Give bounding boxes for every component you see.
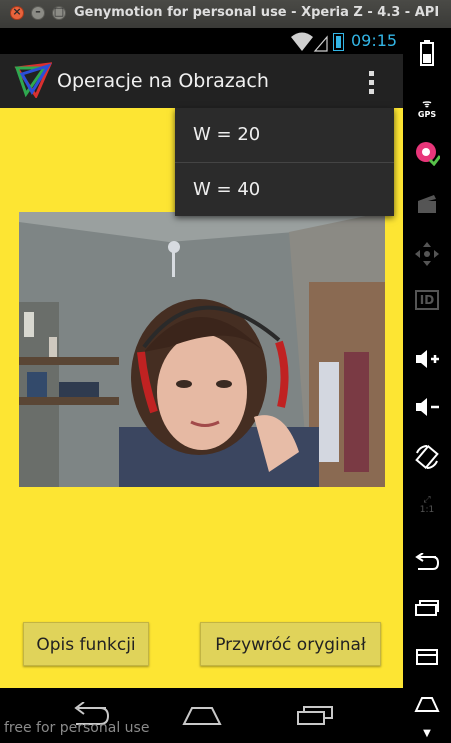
window-close-button[interactable]: × <box>10 5 24 20</box>
home-icon[interactable] <box>182 704 222 726</box>
close-icon: × <box>12 5 22 18</box>
sidebar-recent-apps-icon[interactable] <box>403 596 451 620</box>
restore-original-button[interactable]: Przywróć oryginał <box>200 622 381 666</box>
window-titlebar: × – □ Genymotion for personal use - Xper… <box>0 0 451 28</box>
function-description-button[interactable]: Opis funkcji <box>23 622 149 666</box>
device-id-icon: ID <box>403 286 451 314</box>
rotate-icon[interactable] <box>403 442 451 472</box>
emulator-sidebar: ᯤ GPS ID ⤢ 1:1 ▼ <box>403 28 451 743</box>
window-maximize-button[interactable]: □ <box>52 5 66 20</box>
window-title: Genymotion for personal use - Xperia Z -… <box>74 5 440 20</box>
watermark-text: free for personal use <box>4 720 150 736</box>
app-logo-icon <box>14 62 52 98</box>
webcam-photo <box>19 212 385 487</box>
app-title: Operacje na Obrazach <box>57 70 269 92</box>
recent-apps-icon[interactable] <box>296 704 334 726</box>
screencast-icon <box>403 190 451 218</box>
volume-down-icon[interactable] <box>403 394 451 420</box>
overflow-menu-icon[interactable] <box>362 68 382 98</box>
camera-widget-icon[interactable] <box>403 138 451 168</box>
maximize-icon: □ <box>53 5 65 18</box>
battery-icon <box>333 33 344 51</box>
window-minimize-button[interactable]: – <box>31 5 45 20</box>
dpad-icon <box>403 240 451 268</box>
device-id-label: ID <box>414 290 440 310</box>
battery-widget-icon[interactable] <box>403 38 451 68</box>
sidebar-scroll-down-icon[interactable]: ▼ <box>403 726 451 740</box>
sidebar-back-icon[interactable] <box>403 550 451 576</box>
pixel-perfect-icon: ⤢ 1:1 <box>419 495 435 515</box>
menu-item-w20[interactable]: W = 20 <box>175 108 394 162</box>
gps-widget-icon[interactable]: ᯤ GPS <box>403 94 451 120</box>
sidebar-menu-icon[interactable] <box>403 646 451 668</box>
gps-label: GPS <box>417 109 437 119</box>
scale-label: 1:1 <box>419 505 435 515</box>
minimize-icon: – <box>35 5 41 18</box>
volume-up-icon[interactable] <box>403 346 451 372</box>
overflow-menu: W = 20 W = 40 <box>175 108 394 216</box>
sidebar-home-icon[interactable] <box>403 692 451 716</box>
status-clock: 09:15 <box>351 31 398 50</box>
menu-item-w40[interactable]: W = 40 <box>175 163 394 217</box>
wifi-icon <box>291 32 328 52</box>
